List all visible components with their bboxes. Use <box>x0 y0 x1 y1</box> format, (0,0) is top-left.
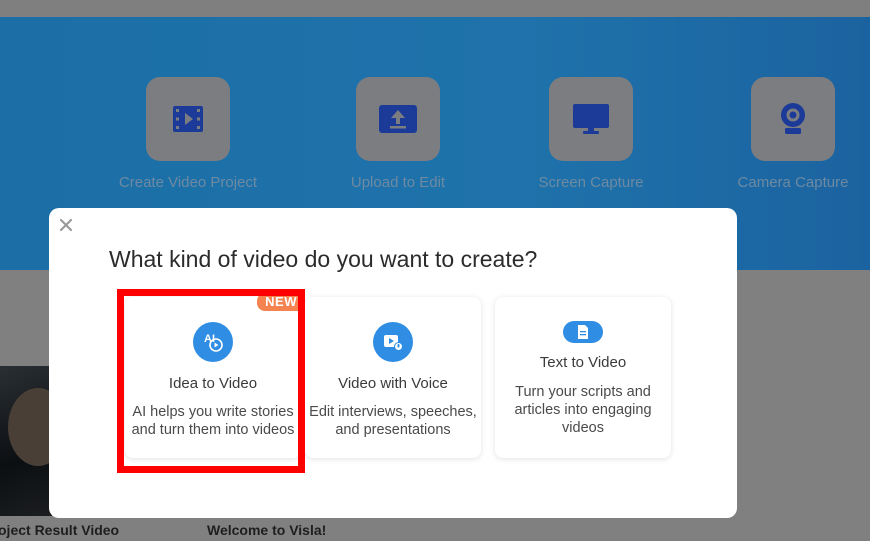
upload-to-edit-tile[interactable] <box>356 77 440 161</box>
screen-capture-tile[interactable] <box>549 77 633 161</box>
camera-capture-label: Camera Capture <box>737 174 849 191</box>
create-video-project-action[interactable]: Create Video Project <box>88 77 288 191</box>
document-icon-pill <box>563 321 603 343</box>
idea-to-video-title: Idea to Video <box>168 375 258 392</box>
video-voice-icon <box>384 335 403 351</box>
text-to-video-title: Text to Video <box>539 354 627 371</box>
video-voice-icon-circle <box>373 322 413 362</box>
idea-desc-line-2: and turn them into videos <box>131 422 295 438</box>
person-face <box>8 388 52 466</box>
camera-capture-tile[interactable] <box>751 77 835 161</box>
project-result-video-caption[interactable]: oject Result Video <box>0 522 119 538</box>
voice-desc-line-1: Edit interviews, speeches, <box>309 404 477 420</box>
ai-icon: AI <box>204 333 223 352</box>
screen-capture-action[interactable]: Screen Capture <box>491 77 691 191</box>
screen-capture-label: Screen Capture <box>538 174 644 191</box>
video-with-voice-title: Video with Voice <box>338 375 448 392</box>
video-project-icon <box>173 106 203 132</box>
camera-capture-action[interactable]: Camera Capture <box>693 77 870 191</box>
monitor-icon <box>573 104 609 134</box>
idea-to-video-card[interactable]: AI Idea to Video AI helps you write stor… <box>125 293 305 458</box>
text-to-video-card[interactable]: Text to Video Turn your scripts and arti… <box>495 297 671 458</box>
upload-icon <box>379 105 417 133</box>
close-icon <box>59 218 73 232</box>
ai-icon-circle: AI <box>193 322 233 362</box>
create-video-project-label: Create Video Project <box>118 174 258 191</box>
page: Create Video Project Upload to Edit Scre… <box>0 0 870 541</box>
text-desc-line-2: articles into engaging <box>514 402 652 418</box>
text-desc-line-1: Turn your scripts and <box>515 384 651 400</box>
upload-to-edit-label: Upload to Edit <box>350 174 446 191</box>
text-desc-line-3: videos <box>562 420 604 436</box>
video-with-voice-card[interactable]: Video with Voice Edit interviews, speech… <box>305 297 481 458</box>
idea-to-video-description: AI helps you write stories and turn them… <box>125 403 301 439</box>
project-video-thumbnail[interactable] <box>0 366 52 516</box>
voice-desc-line-2: and presentations <box>335 422 451 438</box>
create-video-modal: What kind of video do you want to create… <box>49 208 737 518</box>
video-with-voice-description: Edit interviews, speeches, and presentat… <box>305 403 481 439</box>
document-icon <box>578 325 588 339</box>
create-video-project-tile[interactable] <box>146 77 230 161</box>
webcam-icon <box>781 103 805 134</box>
upload-to-edit-action[interactable]: Upload to Edit <box>298 77 498 191</box>
text-to-video-description: Turn your scripts and articles into enga… <box>495 383 671 437</box>
close-button[interactable] <box>57 216 75 234</box>
welcome-video-caption[interactable]: Welcome to Visla! <box>207 522 326 538</box>
idea-desc-line-1: AI helps you write stories <box>132 404 294 420</box>
modal-title: What kind of video do you want to create… <box>109 246 538 272</box>
new-badge: NEW <box>257 293 305 311</box>
